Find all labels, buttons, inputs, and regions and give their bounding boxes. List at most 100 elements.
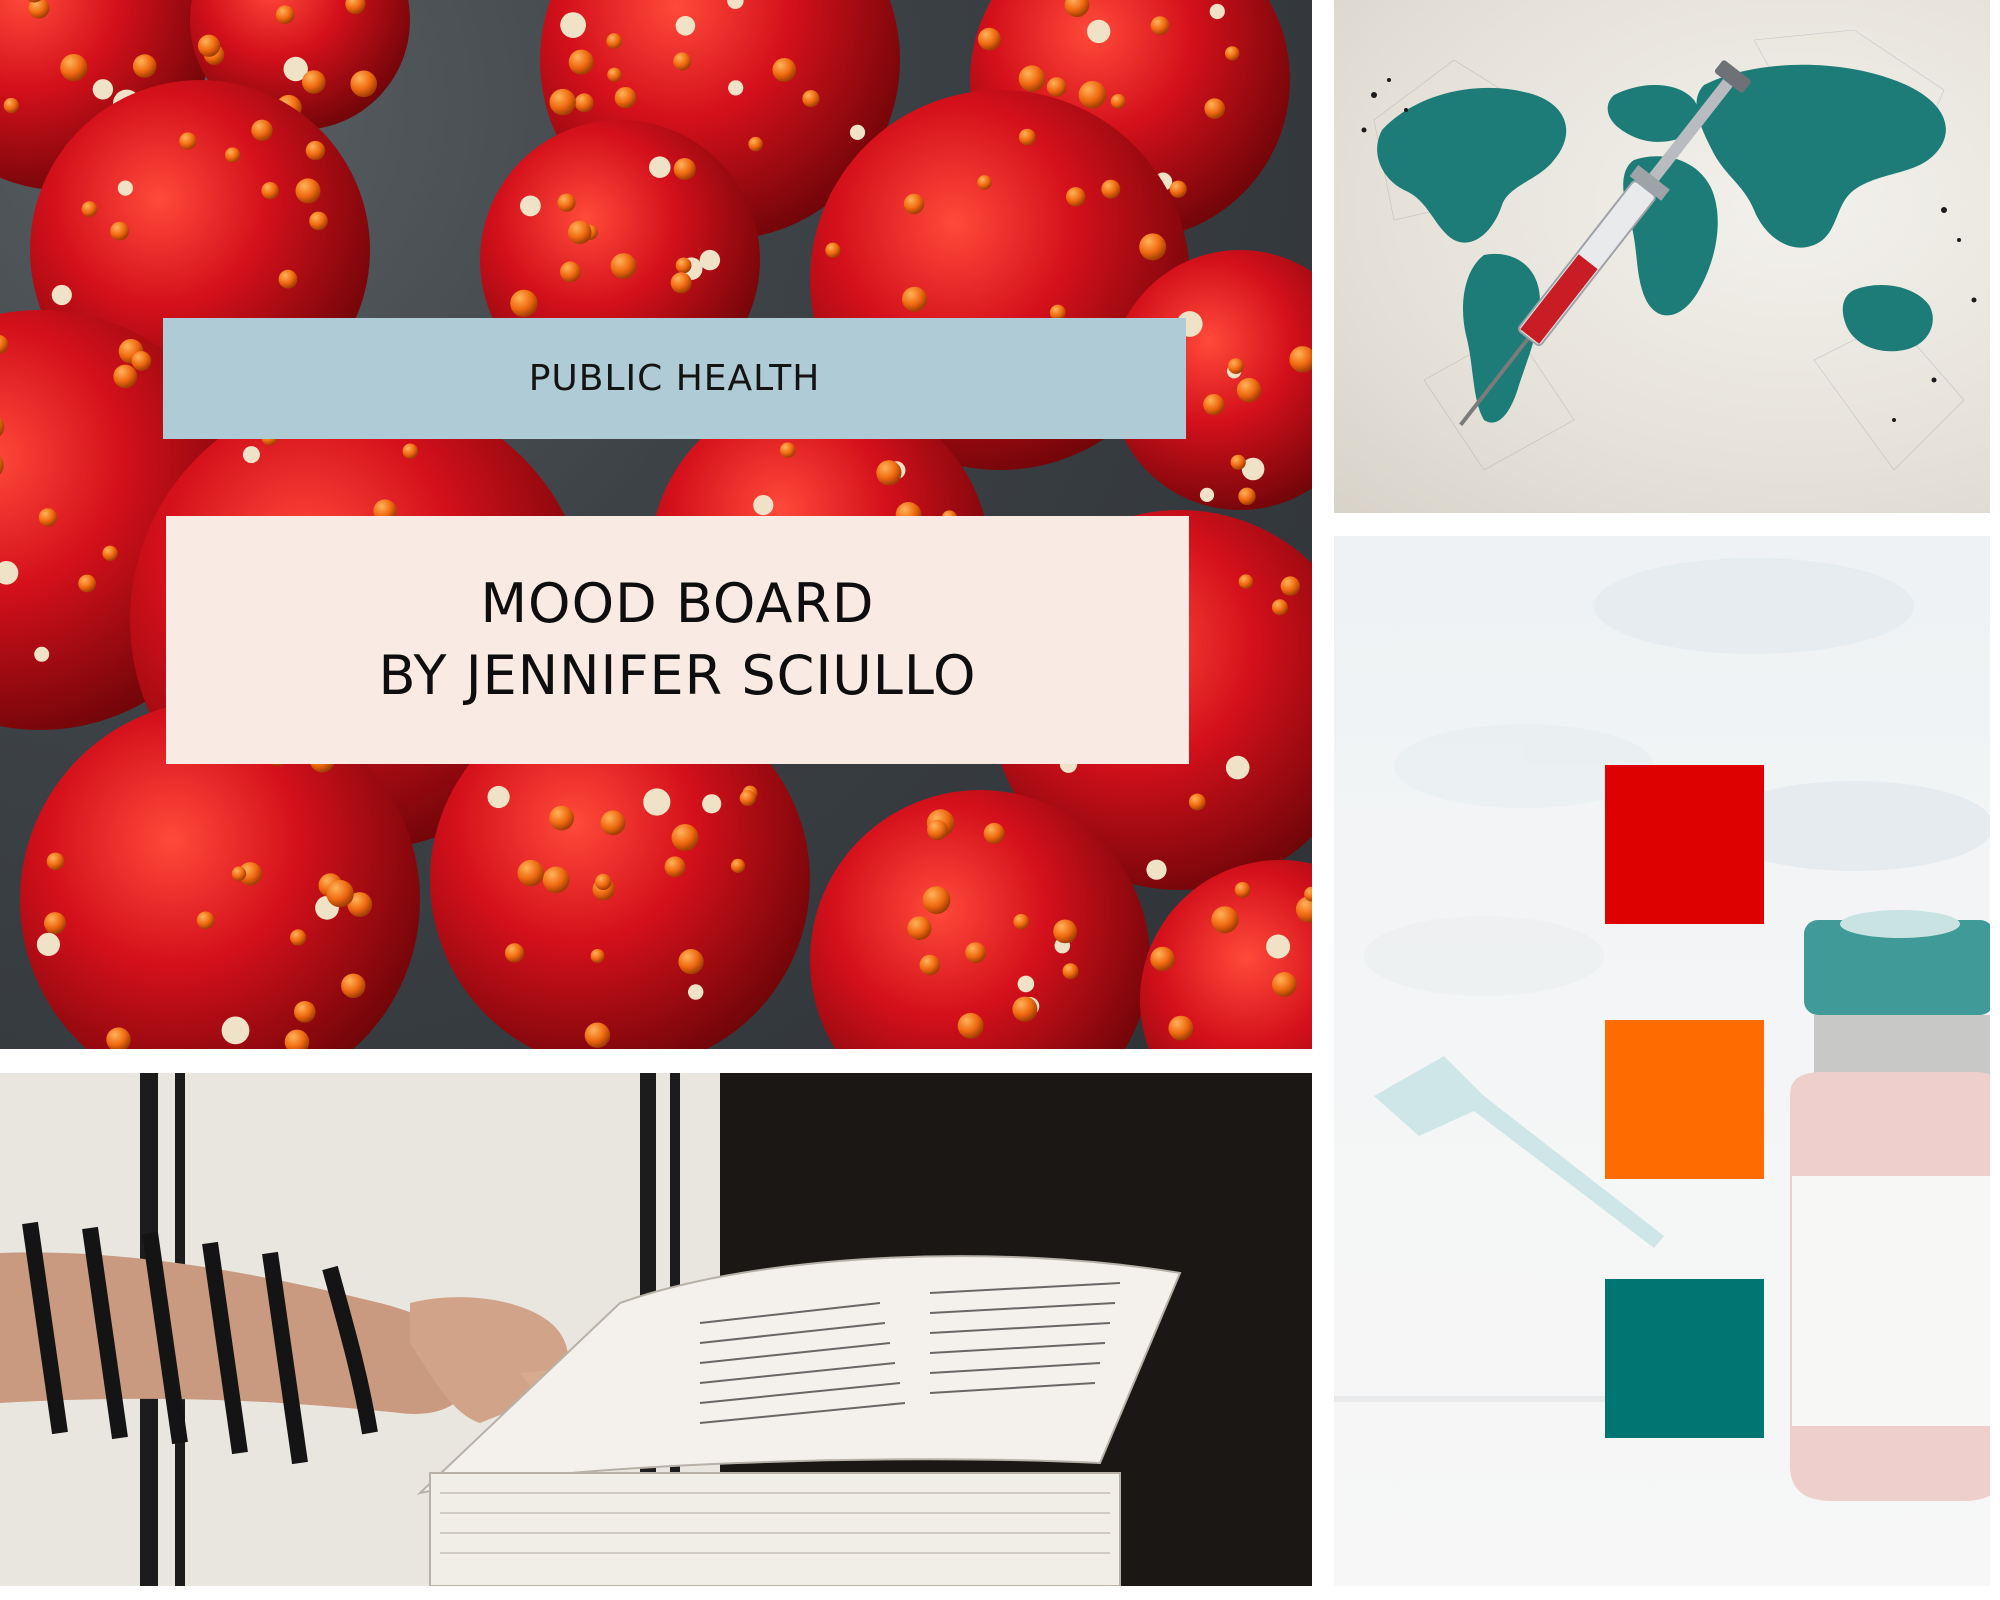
virus-spike <box>584 1022 611 1048</box>
virus-spike <box>294 1001 316 1023</box>
virus-spike <box>1150 16 1170 35</box>
virus-spike <box>590 949 605 963</box>
virus-spike <box>957 1012 984 1039</box>
virus-spike <box>675 15 696 36</box>
virus-spike <box>614 86 637 109</box>
virus-spike <box>688 984 704 1000</box>
virus-spike <box>326 879 354 908</box>
virus-spike <box>802 90 820 108</box>
vial <box>1790 910 1990 1501</box>
color-swatch-orange <box>1605 1020 1764 1179</box>
virus-spike <box>179 132 197 150</box>
virus-spike <box>600 810 626 836</box>
virus-spike <box>51 284 72 306</box>
virus-spike <box>78 574 96 593</box>
virus-spike <box>1053 919 1077 944</box>
virus-spike <box>876 460 902 486</box>
virus-spike <box>1168 1015 1194 1041</box>
virus-spike <box>510 289 538 318</box>
color-swatch-teal <box>1605 1279 1764 1438</box>
virus-spike <box>309 211 328 231</box>
virus-spike <box>670 272 692 294</box>
virus-spike <box>1228 358 1244 374</box>
virus-spike <box>825 242 841 258</box>
virus-spike <box>568 220 592 245</box>
virus-spike <box>1234 882 1251 898</box>
category-label: PUBLIC HEALTH <box>528 358 821 399</box>
virus-spike <box>487 785 510 809</box>
virus-spike <box>1066 187 1086 207</box>
virus-spike <box>780 442 796 458</box>
virus-spike <box>678 949 704 975</box>
virus-spike <box>504 943 525 963</box>
virus-spike <box>92 79 114 100</box>
virus-spike <box>643 788 671 816</box>
virus-spike <box>275 5 295 24</box>
virus-spike <box>1225 755 1250 780</box>
virus-spike <box>702 794 722 814</box>
virus-spike <box>81 201 98 218</box>
virus-spike <box>225 147 241 163</box>
mood-board: PUBLIC HEALTH MOOD BOARD BY JENNIFER SCI… <box>0 0 2000 1600</box>
virus-spike <box>772 58 797 82</box>
virus-spike <box>699 249 721 271</box>
virus-spike <box>1238 574 1254 589</box>
virus-spike <box>965 942 986 963</box>
virus-spike <box>560 12 586 38</box>
title-line-1: MOOD BOARD <box>480 572 875 635</box>
virus-spike <box>231 866 247 881</box>
virus-spike <box>542 866 570 894</box>
virus-spike <box>36 932 61 957</box>
virus-spike <box>1017 975 1035 993</box>
virus-spike <box>131 351 152 371</box>
virus-spike <box>730 858 746 874</box>
virus-spike <box>673 158 696 180</box>
virus-spike <box>34 646 50 662</box>
virus-spike <box>1139 233 1167 261</box>
virus-spike <box>649 156 671 178</box>
virus-spike <box>606 33 622 49</box>
world-map-illustration <box>1361 29 1977 471</box>
virus-spike <box>607 67 622 82</box>
virus-spike <box>1046 77 1067 97</box>
virus-spike <box>1018 65 1046 92</box>
virus-spike <box>1203 394 1225 416</box>
virus-spike <box>983 822 1005 844</box>
virus-spike <box>1280 576 1301 596</box>
virus-spike <box>350 70 378 98</box>
virus-spike <box>341 973 366 998</box>
virus-spike <box>1062 963 1079 980</box>
virus-spike <box>117 180 133 196</box>
virus-spike <box>1018 128 1036 146</box>
virus-spike <box>595 873 612 891</box>
virus-spike <box>1209 3 1225 20</box>
virus-spike <box>242 446 260 464</box>
virus-spike <box>927 819 948 841</box>
virus-spike <box>1230 454 1246 470</box>
virus-spike <box>60 54 88 82</box>
virus-spike <box>560 261 581 283</box>
virus-spike <box>1211 906 1239 934</box>
virus-spike <box>675 257 692 274</box>
virus-spike <box>978 27 1001 51</box>
virus-spike <box>610 253 637 279</box>
virus-spike <box>102 545 118 561</box>
virus-spike <box>520 195 541 217</box>
virus-spike <box>671 824 699 851</box>
virus-spike <box>919 954 941 976</box>
virus-spike <box>251 119 273 141</box>
virus-spike <box>3 97 19 114</box>
virus-spike <box>110 221 129 241</box>
virus-spike <box>1238 487 1256 505</box>
virus-spike <box>1225 46 1240 61</box>
virus-spike <box>302 70 326 94</box>
virus-spike <box>1146 859 1167 880</box>
virus-spike <box>1101 179 1121 199</box>
virus-spike <box>903 193 925 215</box>
virus-spike <box>1204 98 1225 119</box>
virus-spike <box>549 88 576 116</box>
virus-spike <box>1272 972 1297 997</box>
virus-spike <box>922 886 951 915</box>
virus-spike <box>1110 94 1126 109</box>
prayer-book-image <box>0 1073 1312 1586</box>
